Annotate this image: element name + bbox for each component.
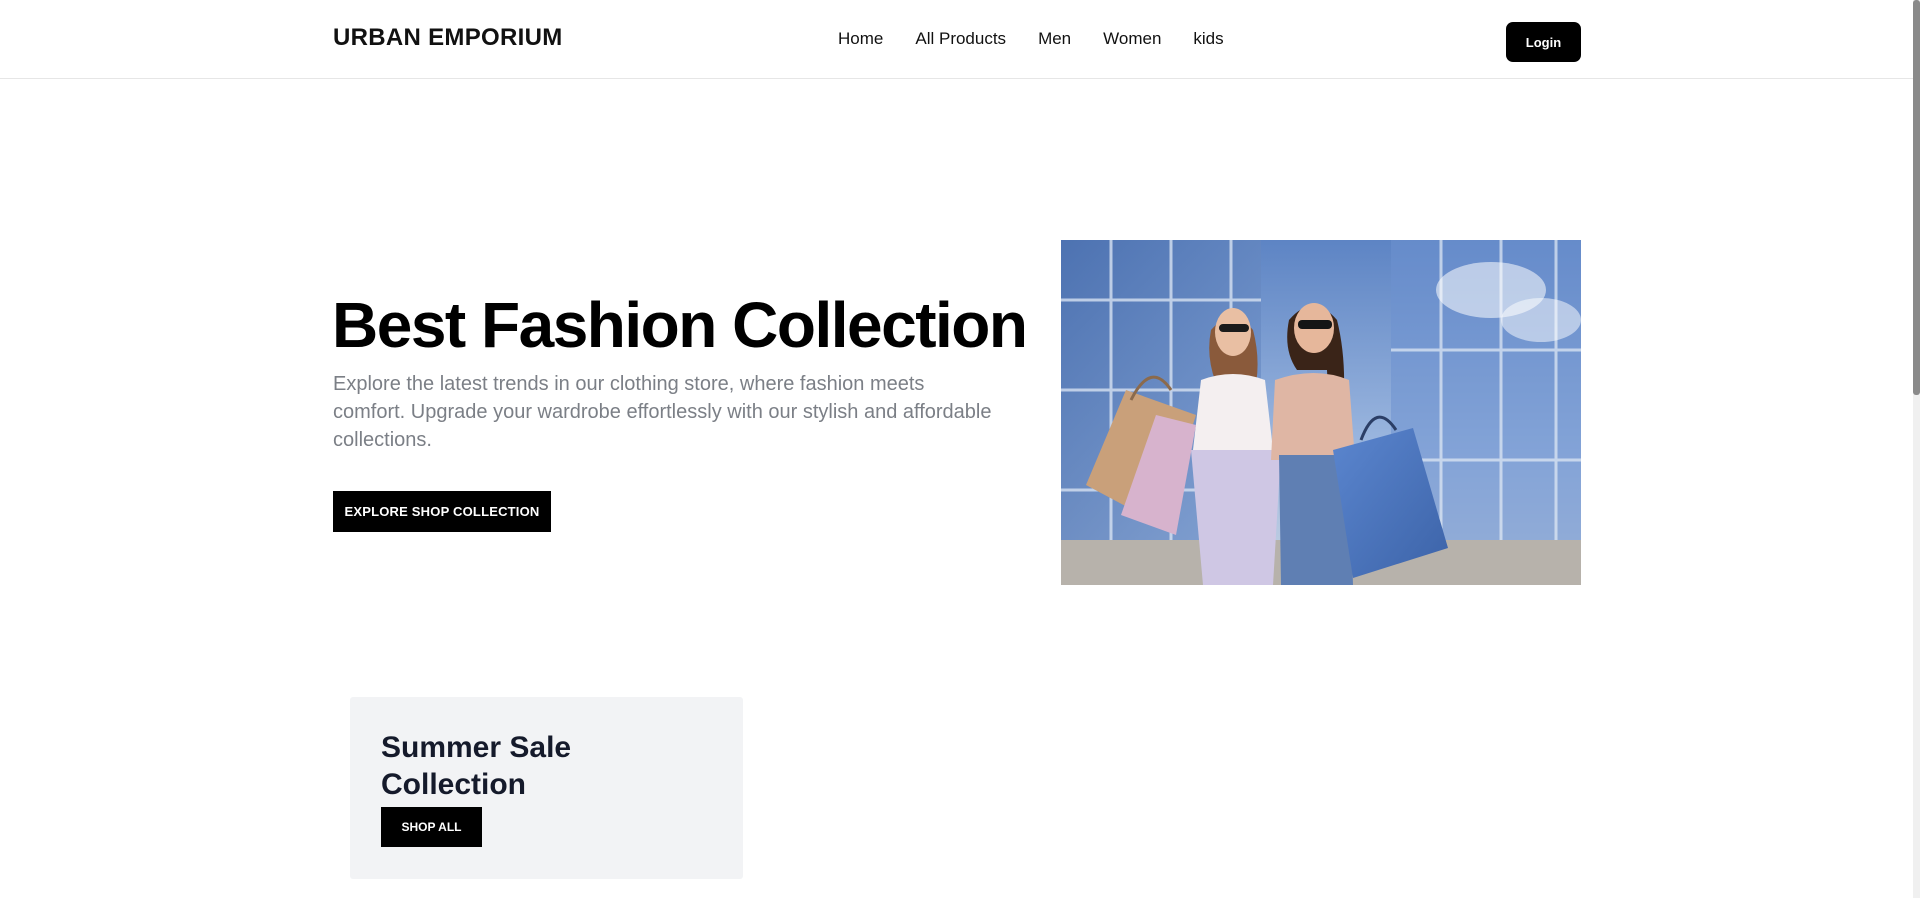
explore-shop-collection-button[interactable]: EXPLORE SHOP COLLECTION <box>333 491 551 532</box>
site-header: URBAN EMPORIUM Home All Products Men Wom… <box>0 0 1913 79</box>
scrollbar-thumb[interactable] <box>1913 0 1920 395</box>
nav-kids[interactable]: kids <box>1193 29 1223 49</box>
login-button[interactable]: Login <box>1506 22 1581 62</box>
summer-sale-title: Summer Sale Collection <box>381 731 572 801</box>
shopping-women-photo <box>1061 240 1581 585</box>
hero-description: Explore the latest trends in our clothin… <box>333 373 992 451</box>
main-nav: Home All Products Men Women kids <box>838 29 1224 49</box>
hero-title: Best Fashion Collection <box>332 289 1028 361</box>
shop-all-button[interactable]: SHOP ALL <box>381 807 482 847</box>
summer-sale-card: Summer Sale Collection SHOP ALL <box>350 697 743 879</box>
brand-logo[interactable]: URBAN EMPORIUM <box>333 24 563 52</box>
nav-men[interactable]: Men <box>1038 29 1071 49</box>
hero-image <box>1061 240 1581 585</box>
nav-women[interactable]: Women <box>1103 29 1161 49</box>
nav-home[interactable]: Home <box>838 29 883 49</box>
nav-all-products[interactable]: All Products <box>915 29 1006 49</box>
